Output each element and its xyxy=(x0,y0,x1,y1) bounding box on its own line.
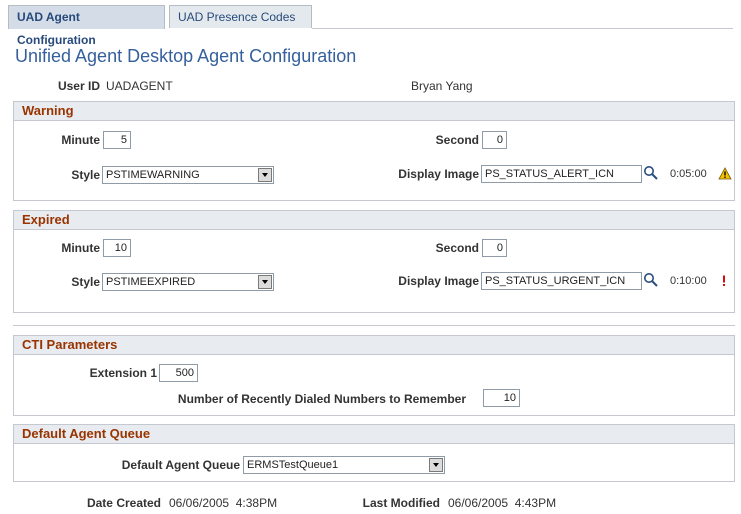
default-agent-queue-select[interactable]: ERMSTestQueue1 xyxy=(243,456,445,474)
expired-time: 0:10:00 xyxy=(670,275,707,287)
date-created-label: Date Created xyxy=(86,496,161,510)
dropdown-arrow-icon[interactable] xyxy=(258,275,272,289)
section-divider xyxy=(13,325,735,326)
warning-header: Warning xyxy=(14,102,734,121)
extension-label: Extension 1 xyxy=(89,366,157,380)
warning-triangle-icon xyxy=(718,167,732,180)
last-modified-value: 06/06/2005 4:43PM xyxy=(448,496,557,510)
lookup-icon[interactable] xyxy=(643,272,659,288)
expired-display-image-label: Display Image xyxy=(398,274,479,288)
warning-time: 0:05:00 xyxy=(670,168,707,180)
last-modified-label: Last Modified xyxy=(362,496,440,510)
warning-minute-input[interactable]: 5 xyxy=(103,131,131,149)
warning-second-label: Second xyxy=(435,133,479,147)
warning-style-value: PSTIMEWARNING xyxy=(106,169,200,181)
extension-input[interactable]: 500 xyxy=(159,364,198,382)
expired-second-label: Second xyxy=(435,241,479,255)
recent-numbers-label: Number of Recently Dialed Numbers to Rem… xyxy=(177,392,466,406)
user-id-value: UADAGENT xyxy=(106,79,173,93)
warning-display-image-input[interactable]: PS_STATUS_ALERT_ICN xyxy=(481,165,642,183)
cti-parameters-header: CTI Parameters xyxy=(14,336,734,355)
expired-style-value: PSTIMEEXPIRED xyxy=(106,276,196,288)
tab-uad-presence-codes[interactable]: UAD Presence Codes xyxy=(169,5,312,28)
expired-style-label: Style xyxy=(71,275,100,289)
expired-style-select[interactable]: PSTIMEEXPIRED xyxy=(102,273,274,291)
page-title: Unified Agent Desktop Agent Configuratio… xyxy=(15,46,357,66)
expired-minute-label: Minute xyxy=(61,241,100,255)
default-agent-queue-label: Default Agent Queue xyxy=(121,458,240,472)
warning-style-select[interactable]: PSTIMEWARNING xyxy=(102,166,274,184)
exclamation-icon xyxy=(723,275,725,286)
recent-numbers-input[interactable]: 10 xyxy=(483,389,520,407)
expired-group: Expired xyxy=(13,210,735,313)
warning-minute-label: Minute xyxy=(61,133,100,147)
warning-second-input[interactable]: 0 xyxy=(482,131,507,149)
dropdown-arrow-icon[interactable] xyxy=(429,458,443,472)
expired-header: Expired xyxy=(14,211,734,230)
expired-minute-input[interactable]: 10 xyxy=(103,239,131,257)
lookup-icon[interactable] xyxy=(643,165,659,181)
expired-display-image-input[interactable]: PS_STATUS_URGENT_ICN xyxy=(481,272,642,290)
tab-uad-agent-configuration[interactable]: UAD Agent Configuration xyxy=(8,5,165,47)
date-created-value: 06/06/2005 4:38PM xyxy=(169,496,278,510)
warning-group: Warning xyxy=(13,101,735,201)
user-name: Bryan Yang xyxy=(411,79,473,93)
user-id-label: User ID xyxy=(57,79,100,93)
warning-style-label: Style xyxy=(71,168,100,182)
warning-display-image-label: Display Image xyxy=(398,167,479,181)
expired-second-input[interactable]: 0 xyxy=(482,239,507,257)
default-agent-queue-header: Default Agent Queue xyxy=(14,425,734,444)
tab-divider xyxy=(312,28,733,29)
default-agent-queue-value: ERMSTestQueue1 xyxy=(247,459,339,471)
dropdown-arrow-icon[interactable] xyxy=(258,168,272,182)
